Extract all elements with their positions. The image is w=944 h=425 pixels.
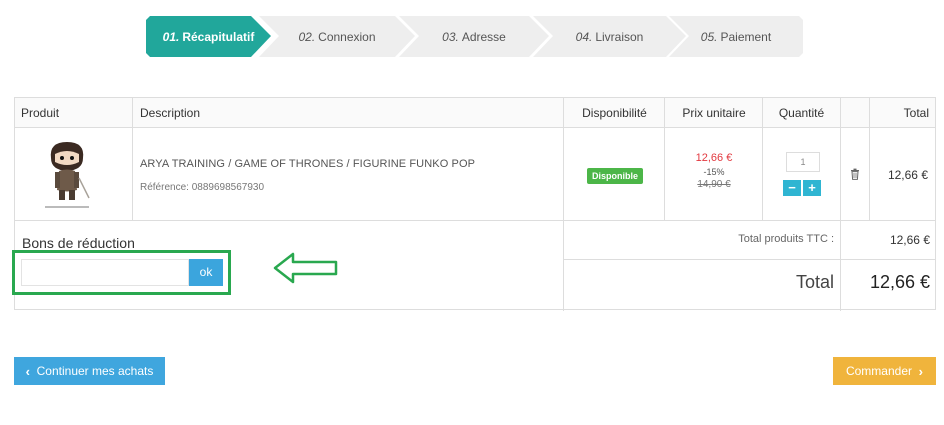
step-recapitulatif[interactable]: 01. Récapitulatif: [146, 16, 271, 57]
header-quantity: Quantité: [763, 98, 840, 128]
step-paiement[interactable]: 05. Paiement: [669, 16, 803, 57]
divider: [15, 220, 935, 221]
quantity-decrease-button[interactable]: −: [783, 180, 801, 196]
step-number: 01.: [162, 29, 180, 44]
step-number: 04.: [575, 29, 593, 44]
reference-value: 0889698567930: [191, 182, 265, 193]
step-adresse[interactable]: 03. Adresse: [399, 16, 549, 57]
step-label: Connexion: [318, 29, 376, 44]
step-number: 02.: [298, 29, 316, 44]
step-connexion[interactable]: 02. Connexion: [259, 16, 415, 57]
divider: [840, 98, 841, 311]
voucher-title: Bons de réduction: [22, 235, 135, 251]
quantity-input[interactable]: 1: [786, 152, 820, 172]
trash-icon[interactable]: [849, 168, 861, 180]
arrow-left-icon: [273, 252, 338, 284]
header-actions: [840, 98, 869, 128]
header-availability: Disponibilité: [564, 98, 665, 128]
product-reference: Référence: 0889698567930: [140, 182, 264, 193]
header-unit-price: Prix unitaire: [665, 98, 763, 128]
header-description: Description: [133, 98, 564, 128]
step-label: Livraison: [595, 29, 644, 44]
product-name[interactable]: ARYA TRAINING / GAME OF THRONES / FIGURI…: [140, 158, 475, 170]
divider: [132, 98, 133, 220]
discount-percent: -15%: [703, 167, 725, 177]
step-number: 05.: [700, 29, 718, 44]
availability-badge: Disponible: [587, 168, 644, 184]
divider: [869, 98, 870, 220]
total-products-value: 12,66 €: [889, 233, 930, 247]
step-label: Récapitulatif: [182, 29, 255, 44]
unit-price: 12,66 €: [695, 152, 733, 164]
header-total: Total: [869, 98, 935, 128]
cart-table: Produit Description Disponibilité Prix u…: [12, 97, 936, 311]
step-livraison[interactable]: 04. Livraison: [533, 16, 686, 57]
voucher-ok-button[interactable]: ok: [189, 259, 223, 286]
header-product: Produit: [15, 98, 133, 128]
grand-total-label: Total: [795, 272, 834, 292]
old-price: 14,90 €: [697, 179, 731, 190]
row-total: 12,66 €: [887, 168, 928, 182]
checkout-steps: 01. Récapitulatif 02. Connexion 03. Adresse…: [146, 16, 803, 57]
chevron-left-icon: ‹: [25, 363, 30, 379]
voucher-code-input[interactable]: [21, 259, 189, 286]
step-label: Adresse: [461, 29, 506, 44]
divider: [563, 259, 935, 260]
total-products-label: Total produits TTC :: [738, 233, 834, 245]
chevron-right-icon: ›: [918, 363, 924, 379]
grand-total-value: 12,66 €: [869, 272, 930, 292]
step-number: 03.: [442, 29, 459, 44]
product-image[interactable]: [31, 138, 103, 212]
quantity-increase-button[interactable]: +: [803, 180, 821, 196]
reference-label: Référence:: [140, 182, 189, 193]
order-label: Commander: [845, 364, 912, 378]
continue-label: Continuer mes achats: [36, 364, 154, 378]
step-label: Paiement: [720, 29, 772, 44]
order-button[interactable]: Commander ›: [833, 357, 936, 385]
continue-shopping-button[interactable]: ‹ Continuer mes achats: [14, 357, 165, 385]
